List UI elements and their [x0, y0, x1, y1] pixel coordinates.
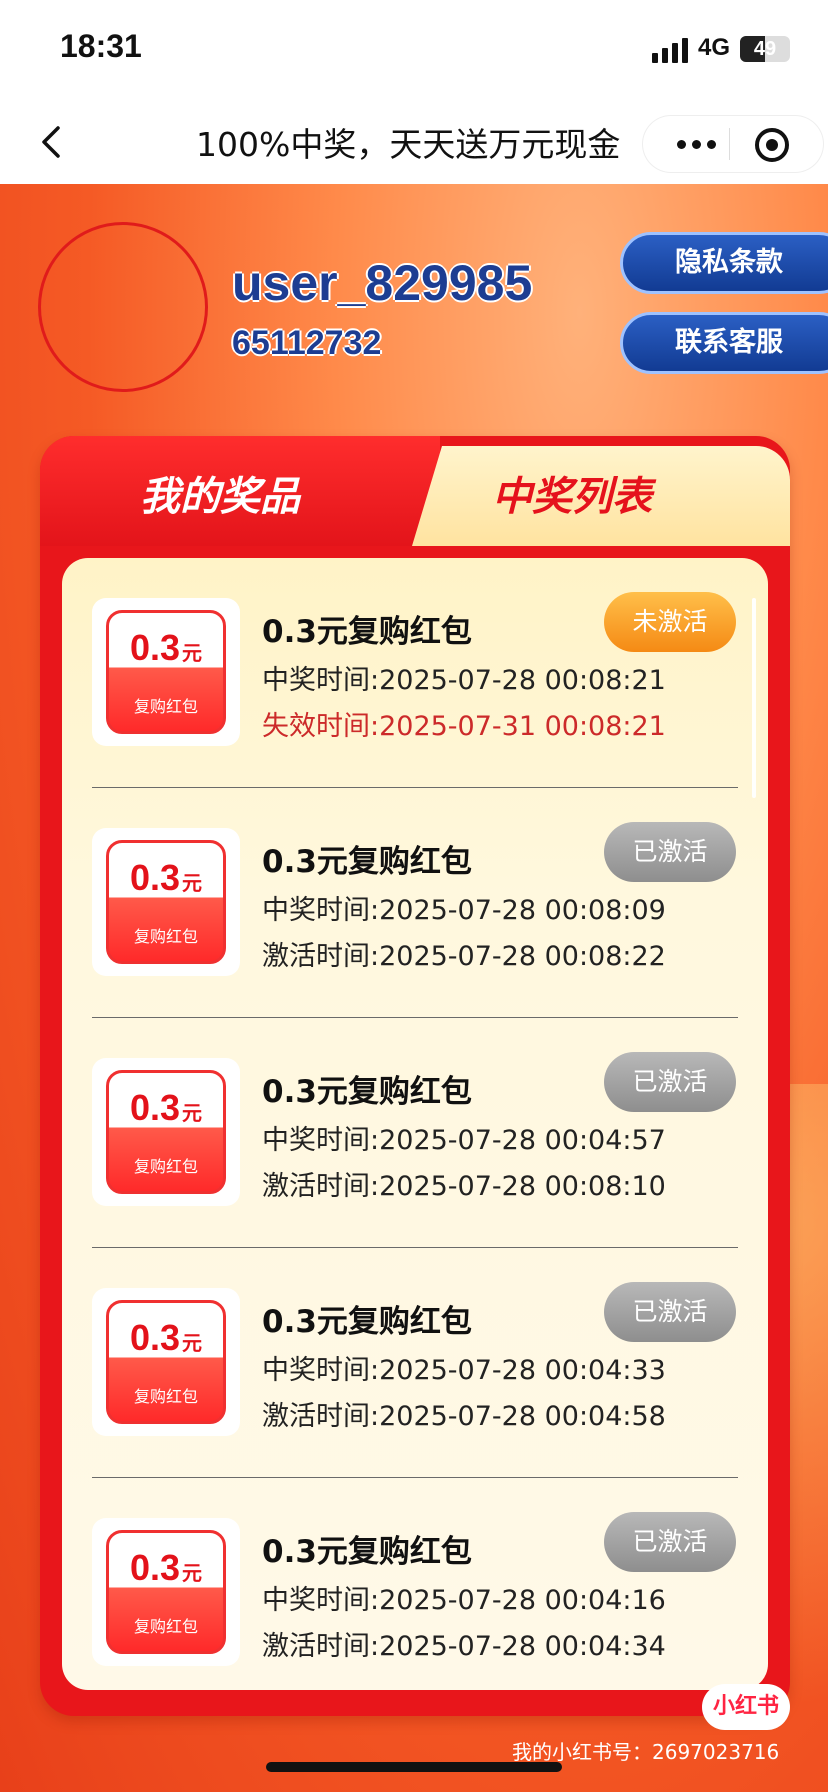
list-item: 0.3 元 复购红包 0.3元复购红包 中奖时间:2025-07-28 00:04… [62, 1478, 768, 1690]
nav-bar: 100%中奖，天天送万元现金 [0, 100, 828, 184]
capsule-divider [729, 128, 730, 160]
coupon-thumbnail: 0.3 元 复购红包 [92, 828, 240, 976]
coupon-label: 复购红包 [133, 697, 198, 716]
back-icon[interactable] [32, 122, 72, 162]
item-title: 0.3元复购红包 [262, 844, 472, 880]
home-indicator [266, 1762, 562, 1772]
coupon-thumbnail: 0.3 元 复购红包 [92, 1288, 240, 1436]
coupon-label: 复购红包 [133, 1617, 198, 1636]
tab-my-prizes[interactable]: 我的奖品 [40, 436, 440, 546]
coupon-amount: 0.3 元 [129, 1547, 203, 1588]
expire-time: 失效时间:2025-07-31 00:08:21 [262, 711, 666, 742]
status-badge[interactable]: 已激活 [604, 822, 736, 882]
network-label: 4G [698, 34, 731, 61]
privacy-button[interactable]: 隐私条款 [620, 232, 828, 294]
xiaohongshu-logo: 小红书 [702, 1684, 790, 1730]
status-badge[interactable]: 已激活 [604, 1512, 736, 1572]
item-title: 0.3元复购红包 [262, 1074, 472, 1110]
mini-program-capsule [643, 116, 823, 172]
status-time: 18:31 [60, 28, 142, 64]
tab-my-prizes-label: 我的奖品 [140, 474, 300, 520]
win-time: 中奖时间:2025-07-28 00:08:09 [262, 895, 666, 926]
username: user_829985 [232, 255, 533, 311]
prize-list[interactable]: 0.3 元 复购红包 0.3元复购红包 中奖时间:2025-07-28 00:08… [62, 558, 768, 1690]
coupon-icon: 0.3 元 复购红包 [106, 840, 226, 964]
coupon-thumbnail: 0.3 元 复购红包 [92, 1058, 240, 1206]
status-badge[interactable]: 已激活 [604, 1052, 736, 1112]
coupon-icon: 0.3 元 复购红包 [106, 1530, 226, 1654]
avatar[interactable] [38, 222, 208, 392]
user-id: 65112732 [232, 324, 382, 362]
coupon-amount: 0.3 元 [129, 1087, 203, 1128]
win-time: 中奖时间:2025-07-28 00:04:57 [262, 1125, 666, 1156]
list-item: 0.3 元 复购红包 0.3元复购红包 中奖时间:2025-07-28 00:08… [62, 788, 768, 1018]
list-item: 0.3 元 复购红包 0.3元复购红包 中奖时间:2025-07-28 00:04… [62, 1018, 768, 1248]
coupon-label: 复购红包 [133, 1157, 198, 1176]
win-time: 中奖时间:2025-07-28 00:04:33 [262, 1355, 666, 1386]
win-time: 中奖时间:2025-07-28 00:04:16 [262, 1585, 666, 1616]
battery-level: 49 [753, 38, 777, 60]
coupon-amount: 0.3 元 [129, 857, 203, 898]
contact-service-button[interactable]: 联系客服 [620, 312, 828, 374]
activate-time: 激活时间:2025-07-28 00:08:10 [262, 1171, 666, 1202]
item-title: 0.3元复购红包 [262, 1304, 472, 1340]
list-item: 0.3 元 复购红包 0.3元复购红包 中奖时间:2025-07-28 00:04… [62, 1248, 768, 1478]
activate-button[interactable]: 未激活 [604, 592, 736, 652]
item-title: 0.3元复购红包 [262, 1534, 472, 1570]
status-badge[interactable]: 已激活 [604, 1282, 736, 1342]
coupon-thumbnail: 0.3 元 复购红包 [92, 598, 240, 746]
status-bar: 18:31 4G 49 [0, 0, 828, 100]
page-title: 100%中奖，天天送万元现金 [196, 125, 621, 164]
target-icon[interactable] [755, 128, 789, 162]
coupon-icon: 0.3 元 复购红包 [106, 610, 226, 734]
activate-time: 激活时间:2025-07-28 00:08:22 [262, 941, 666, 972]
coupon-amount: 0.3 元 [129, 627, 203, 668]
coupon-amount: 0.3 元 [129, 1317, 203, 1358]
more-icon[interactable] [663, 116, 729, 172]
watermark-text: 我的小红书号：2697023716 [512, 1740, 780, 1764]
item-title: 0.3元复购红包 [262, 614, 472, 650]
list-item: 0.3 元 复购红包 0.3元复购红包 中奖时间:2025-07-28 00:08… [62, 558, 768, 788]
page-content: user_829985 65112732 隐私条款 联系客服 我的奖品 中奖列表… [0, 184, 828, 1792]
coupon-icon: 0.3 元 复购红包 [106, 1300, 226, 1424]
coupon-label: 复购红包 [133, 1387, 198, 1406]
battery-icon: 49 [740, 36, 790, 62]
coupon-icon: 0.3 元 复购红包 [106, 1070, 226, 1194]
prize-card: 我的奖品 中奖列表 0.3 元 复购红包 0.3元复购红包 中奖时间:2025-0… [40, 436, 790, 1716]
tab-winners-list[interactable]: 中奖列表 [412, 446, 790, 546]
coupon-label: 复购红包 [133, 927, 198, 946]
signal-icon [652, 38, 688, 63]
tab-winners-list-label: 中奖列表 [492, 474, 652, 520]
activate-time: 激活时间:2025-07-28 00:04:58 [262, 1401, 666, 1432]
activate-time: 激活时间:2025-07-28 00:04:34 [262, 1631, 666, 1662]
win-time: 中奖时间:2025-07-28 00:08:21 [262, 665, 666, 696]
coupon-thumbnail: 0.3 元 复购红包 [92, 1518, 240, 1666]
